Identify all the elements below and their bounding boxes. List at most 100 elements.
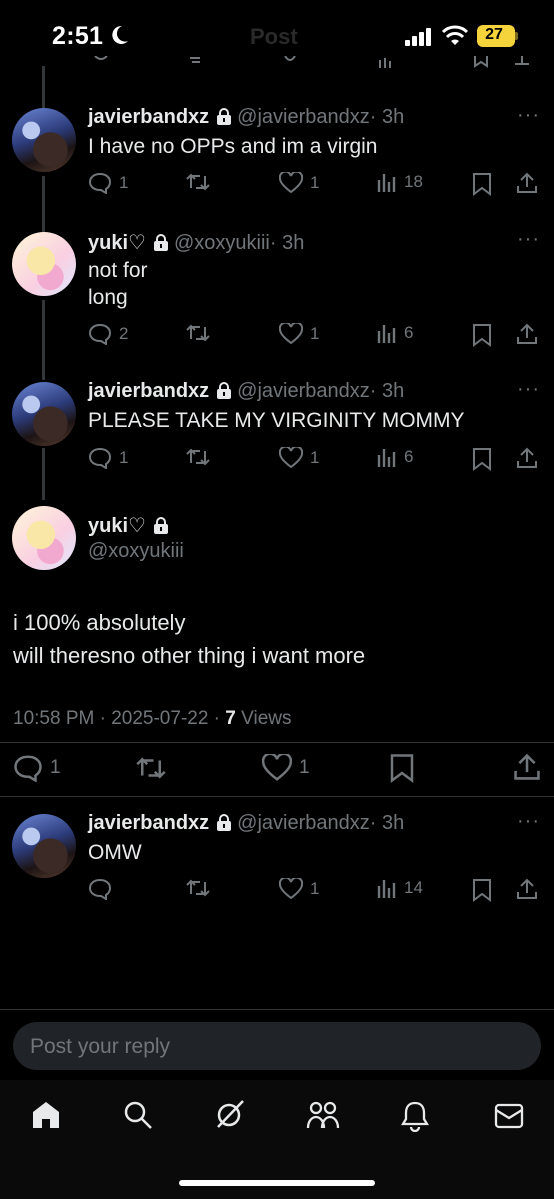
bookmark-icon[interactable] xyxy=(472,172,492,196)
bookmark-icon[interactable] xyxy=(472,447,492,471)
share-icon[interactable] xyxy=(516,172,538,194)
repost-button[interactable] xyxy=(186,172,217,192)
communities-icon[interactable] xyxy=(306,1100,340,1130)
share-icon[interactable] xyxy=(516,878,538,900)
lock-icon xyxy=(217,814,232,831)
share-icon[interactable] xyxy=(516,447,538,469)
lock-icon xyxy=(153,234,168,251)
battery-icon: 27 xyxy=(477,25,518,47)
repost-icon xyxy=(186,447,210,467)
divider xyxy=(0,1009,554,1010)
like-button[interactable]: 1 xyxy=(262,754,310,782)
reply-button[interactable] xyxy=(88,878,119,900)
heart-icon xyxy=(279,447,303,469)
reply-text: not for long xyxy=(88,259,148,309)
more-icon[interactable]: ··· xyxy=(517,104,540,127)
handle[interactable]: @xoxyukiii xyxy=(174,232,270,254)
wifi-icon xyxy=(442,25,468,47)
view-count: 14 xyxy=(404,878,423,897)
divider xyxy=(0,742,554,743)
lock-icon xyxy=(217,382,232,399)
view-count: 6 xyxy=(404,323,414,342)
main-post-text: i 100% absolutely will theresno other th… xyxy=(13,610,366,668)
views-button[interactable]: 6 xyxy=(377,447,413,467)
reply-icon xyxy=(88,878,112,900)
reply-count: 1 xyxy=(119,173,129,192)
main-post-avatar[interactable] xyxy=(12,506,76,570)
post-timestamp: 10:58 PM · 2025-07-22 · xyxy=(13,708,226,729)
bookmark-icon[interactable] xyxy=(472,878,492,902)
reply-button[interactable]: 2 xyxy=(88,323,128,345)
heart-outline-icon: ♡ xyxy=(128,515,146,537)
avatar[interactable] xyxy=(12,382,76,446)
reply-placeholder: Post your reply xyxy=(30,1035,171,1058)
reply-header: javierbandxz @javierbandxz· 3h xyxy=(88,812,404,835)
bookmark-icon[interactable] xyxy=(389,753,415,783)
display-name[interactable]: yuki xyxy=(88,515,128,537)
more-icon[interactable]: ··· xyxy=(517,378,540,401)
views-count[interactable]: 7 xyxy=(225,708,236,729)
handle[interactable]: @xoxyukiii xyxy=(88,540,184,563)
repost-button[interactable] xyxy=(186,323,217,343)
repost-button[interactable] xyxy=(136,755,173,781)
more-icon[interactable]: ··· xyxy=(517,810,540,833)
reply-button[interactable]: 1 xyxy=(88,447,128,469)
lock-icon xyxy=(153,517,168,534)
views-label: Views xyxy=(235,708,292,729)
views-button[interactable]: 14 xyxy=(377,878,423,898)
post-time: · 3h xyxy=(369,812,405,834)
handle[interactable]: @javierbandxz xyxy=(237,106,370,128)
like-button[interactable]: 1 xyxy=(279,878,319,900)
thread-line xyxy=(42,66,45,108)
repost-icon xyxy=(186,172,210,192)
messages-icon[interactable] xyxy=(494,1103,524,1129)
grok-icon[interactable] xyxy=(214,1098,246,1130)
view-count: 18 xyxy=(404,172,423,191)
reply-text: I have no OPPs and im a virgin xyxy=(88,135,378,158)
repost-icon xyxy=(186,878,210,898)
reply-button[interactable]: 1 xyxy=(13,754,61,782)
avatar[interactable] xyxy=(12,814,76,878)
share-icon[interactable] xyxy=(516,323,538,345)
reply-header: javierbandxz @javierbandxz· 3h xyxy=(88,106,404,129)
like-button[interactable]: 1 xyxy=(279,323,319,345)
repost-button[interactable] xyxy=(186,878,217,898)
reply-count: 1 xyxy=(50,757,61,778)
home-icon[interactable] xyxy=(31,1100,61,1130)
repost-icon xyxy=(186,323,210,343)
avatar[interactable] xyxy=(12,232,76,296)
views-icon xyxy=(377,878,397,898)
handle[interactable]: @javierbandxz xyxy=(237,380,370,402)
bookmark-icon[interactable] xyxy=(472,323,492,347)
views-button[interactable]: 6 xyxy=(377,323,413,343)
handle[interactable]: @javierbandxz xyxy=(237,812,370,834)
divider xyxy=(0,796,554,797)
display-name[interactable]: yuki xyxy=(88,232,128,254)
display-name[interactable]: javierbandxz xyxy=(88,812,209,834)
repost-button[interactable] xyxy=(186,447,217,467)
reply-text: PLEASE TAKE MY VIRGINITY MOMMY xyxy=(88,409,465,432)
reply-icon xyxy=(13,754,43,782)
like-button[interactable]: 1 xyxy=(279,172,319,194)
share-icon[interactable] xyxy=(513,753,541,781)
views-button[interactable]: 18 xyxy=(377,172,423,192)
like-count: 1 xyxy=(310,448,320,467)
avatar[interactable] xyxy=(12,108,76,172)
home-indicator[interactable] xyxy=(179,1180,375,1186)
display-name[interactable]: javierbandxz xyxy=(88,380,209,402)
reply-icon xyxy=(88,447,112,469)
more-icon[interactable]: ··· xyxy=(517,228,540,251)
search-icon[interactable] xyxy=(123,1100,153,1130)
thread-line xyxy=(42,300,45,380)
like-count: 1 xyxy=(310,879,320,898)
reply-count: 1 xyxy=(119,448,129,467)
reply-button[interactable]: 1 xyxy=(88,172,128,194)
heart-outline-icon: ♡ xyxy=(128,232,146,254)
post-time: · 3h xyxy=(369,106,405,128)
display-name[interactable]: javierbandxz xyxy=(88,106,209,128)
like-count: 1 xyxy=(310,173,320,192)
notifications-icon[interactable] xyxy=(401,1100,429,1132)
like-button[interactable]: 1 xyxy=(279,447,319,469)
signal-icon xyxy=(405,28,433,46)
post-time: · 3h xyxy=(369,380,405,402)
